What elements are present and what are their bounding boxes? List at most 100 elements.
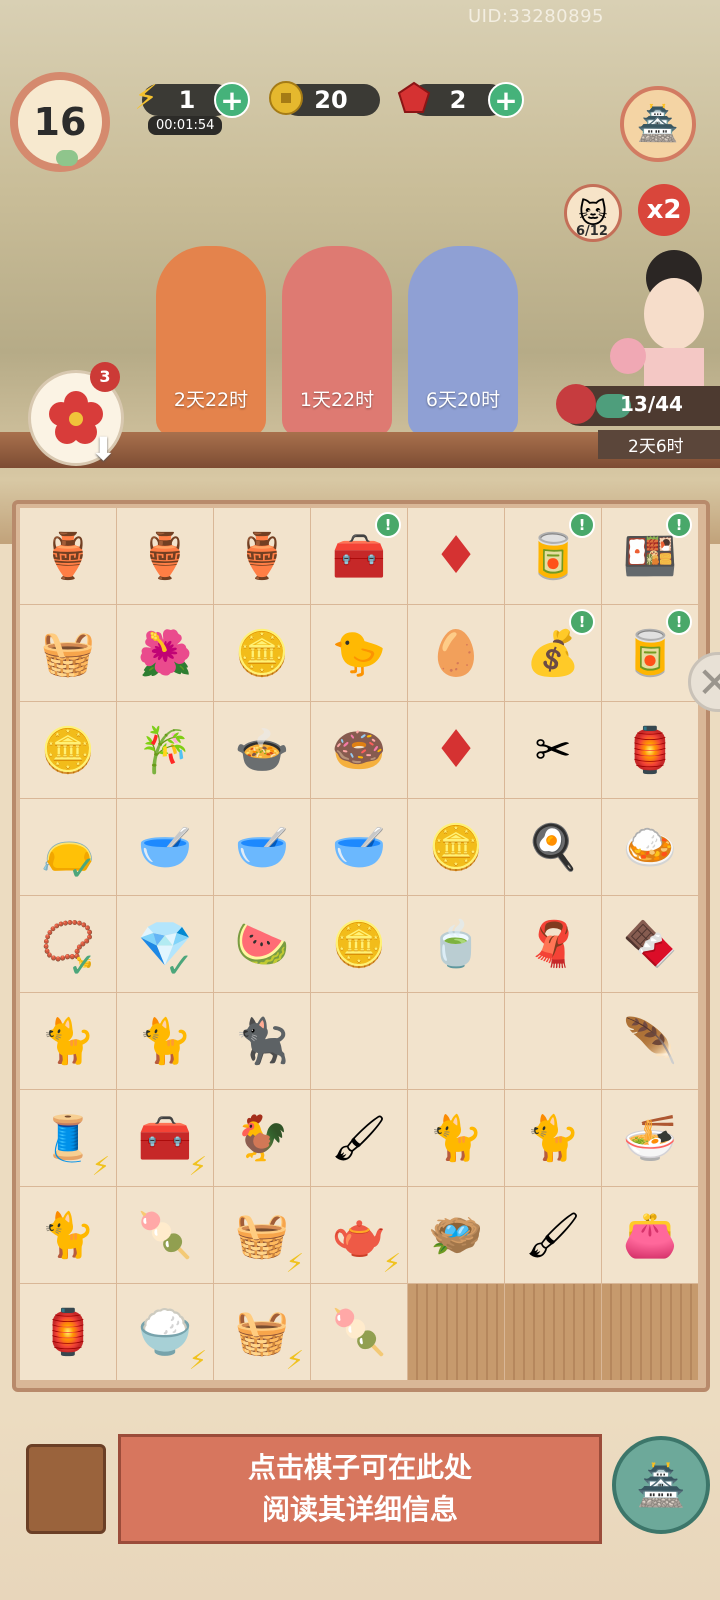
fried-egg-piece[interactable]: 🍳 bbox=[505, 799, 601, 895]
fruit-basket-icon: 🧺 bbox=[234, 1210, 290, 1261]
purple-bag-piece[interactable]: 👝 ✓ bbox=[20, 799, 116, 895]
lantern-piece[interactable]: 🏮 bbox=[602, 702, 698, 798]
event-timer: 2天22时 bbox=[173, 389, 249, 411]
gourd-bolt-gold-piece[interactable]: 🏺 bbox=[117, 508, 213, 604]
green-tin-piece[interactable]: 🥫! bbox=[602, 605, 698, 701]
calico-cat-icon: 🐈 bbox=[525, 1113, 581, 1164]
chick-nest-icon: 🐤 bbox=[331, 628, 387, 679]
info-panel: 点击棋子可在此处 阅读其详细信息 bbox=[118, 1434, 602, 1544]
porridge-piece[interactable]: 🥣 bbox=[117, 799, 213, 895]
tabby-cat-piece[interactable]: 🐈 bbox=[117, 993, 213, 1089]
flower-progress-icon bbox=[556, 384, 596, 424]
exclamation-icon: ! bbox=[569, 512, 595, 538]
tabby-cat-icon: 🐈 bbox=[137, 1016, 193, 1067]
pavilion-button[interactable]: 🏯 bbox=[612, 1436, 710, 1534]
orange-cat-piece[interactable]: 🐈 bbox=[20, 1187, 116, 1283]
coin-count: 20 bbox=[314, 86, 348, 114]
ruby-pair-icon: ♦ bbox=[432, 526, 480, 586]
cake-box-piece[interactable]: 🍫 bbox=[602, 896, 698, 992]
shop-button[interactable]: 🏯 bbox=[620, 86, 696, 162]
ruby-pair-piece[interactable]: ♦ bbox=[408, 508, 504, 604]
scissors-icon: ✂ bbox=[534, 724, 572, 776]
red-tin-piece[interactable]: 🥫! bbox=[505, 508, 601, 604]
flower-progress[interactable]: 13/44 bbox=[556, 384, 720, 426]
cabinet-button[interactable] bbox=[26, 1444, 106, 1534]
rooster-nest-piece[interactable]: 🐓 bbox=[214, 1090, 310, 1186]
red-flowers-piece[interactable]: 🌺 bbox=[117, 605, 213, 701]
event-card-snow[interactable]: 6天20时 bbox=[408, 246, 518, 436]
purple-cloth-piece[interactable]: 🧣 bbox=[505, 896, 601, 992]
coin-stack-piece[interactable]: 🪙 bbox=[214, 605, 310, 701]
tea-bowl-piece[interactable]: 🍵 bbox=[408, 896, 504, 992]
coin-piece[interactable]: 🪙 bbox=[408, 799, 504, 895]
cage-piece[interactable]: 🪺 bbox=[408, 1187, 504, 1283]
coins-piece[interactable]: 🪙 bbox=[20, 702, 116, 798]
checkmark-icon: ✓ bbox=[165, 946, 194, 986]
brush-piece[interactable]: 🖌 bbox=[505, 1187, 601, 1283]
bunny-bowl-icon: 🍡 bbox=[331, 1307, 387, 1358]
feather-piece[interactable]: 🪶 bbox=[602, 993, 698, 1089]
treasure-chest-piece[interactable]: 🧰 ⚡ bbox=[117, 1090, 213, 1186]
locked-cell bbox=[408, 1284, 504, 1380]
gourd-bolt-purple-piece[interactable]: 🏺 bbox=[214, 508, 310, 604]
player-level[interactable]: 16 bbox=[10, 72, 110, 172]
brush-ruler-piece[interactable]: 🖌 bbox=[311, 1090, 407, 1186]
exclamation-icon: ! bbox=[569, 609, 595, 635]
coin-pouch-piece[interactable]: 💰! bbox=[505, 605, 601, 701]
tuxedo-cat-piece[interactable]: 🐈 bbox=[20, 993, 116, 1089]
exclamation-icon: ! bbox=[375, 512, 401, 538]
chest-blue-icon: 🧰 bbox=[331, 531, 387, 582]
soup-bowl-piece[interactable]: 🍲 bbox=[214, 702, 310, 798]
event-card-drum[interactable]: 1天22时 bbox=[282, 246, 392, 436]
basket-piece[interactable]: 🧺 bbox=[20, 605, 116, 701]
fried-rice-piece[interactable]: 🍛 bbox=[602, 799, 698, 895]
watermelon-icon: 🍉 bbox=[234, 919, 290, 970]
sleeping-cat-icon: 🐈 bbox=[428, 1113, 484, 1164]
scissors-piece[interactable]: ✂ bbox=[505, 702, 601, 798]
offering-tray-piece[interactable]: 🍱! bbox=[602, 508, 698, 604]
thread-spool-piece[interactable]: 🧵 ⚡ bbox=[20, 1090, 116, 1186]
bowl-dish-icon: 🍜 bbox=[622, 1113, 678, 1164]
bunny-cake-bowl-piece[interactable]: 🍡 bbox=[117, 1187, 213, 1283]
calico-cat-piece[interactable]: 🐈 bbox=[505, 1090, 601, 1186]
ruby-piece[interactable]: ♦ bbox=[408, 702, 504, 798]
sleeping-cat-piece[interactable]: 🐈 bbox=[408, 1090, 504, 1186]
coin-pile-piece[interactable]: 🪙 bbox=[311, 896, 407, 992]
locked-cell bbox=[505, 1284, 601, 1380]
weave-basket-piece[interactable]: 🧺 ⚡ bbox=[214, 1284, 310, 1380]
purple-cloth-icon: 🧣 bbox=[525, 919, 581, 970]
bamboo-piece[interactable]: 🎋 bbox=[117, 702, 213, 798]
chest-blue-piece[interactable]: 🧰! bbox=[311, 508, 407, 604]
dessert-bowl-piece[interactable]: 🥣 bbox=[311, 799, 407, 895]
bunny-bowl-piece[interactable]: 🍡 bbox=[311, 1284, 407, 1380]
bracelet-piece[interactable]: 📿 ✓ bbox=[20, 896, 116, 992]
donut-plate-piece[interactable]: 🍩 bbox=[311, 702, 407, 798]
purple-pouch-piece[interactable]: 👛 bbox=[602, 1187, 698, 1283]
gourd-bolt-piece[interactable]: 🏺 bbox=[20, 508, 116, 604]
black-cat-piece[interactable]: 🐈‍⬛ bbox=[214, 993, 310, 1089]
teapot-piece[interactable]: 🫖 ⚡ bbox=[311, 1187, 407, 1283]
empty-cell bbox=[408, 993, 504, 1089]
info-line-2: 阅读其详细信息 bbox=[261, 1493, 458, 1526]
chick-nest-piece[interactable]: 🐤 bbox=[311, 605, 407, 701]
down-arrow-icon: ⬇ bbox=[90, 430, 117, 468]
earrings-piece[interactable]: 💎 ✓ bbox=[117, 896, 213, 992]
tuxedo-cat-icon: 🐈 bbox=[40, 1016, 96, 1067]
energy-bolt-icon: ⚡ bbox=[188, 1152, 207, 1182]
watermelon-piece[interactable]: 🍉 bbox=[214, 896, 310, 992]
add-gems-button[interactable]: + bbox=[488, 82, 524, 118]
flour-bowl-piece[interactable]: 🍚 ⚡ bbox=[117, 1284, 213, 1380]
progress-text: 13/44 bbox=[620, 392, 683, 416]
green-soup-piece[interactable]: 🥣 bbox=[214, 799, 310, 895]
event-card-sundial[interactable]: 2天22时 bbox=[156, 246, 266, 436]
add-energy-button[interactable]: + bbox=[214, 82, 250, 118]
bowl-dish-piece[interactable]: 🍜 bbox=[602, 1090, 698, 1186]
egg-nest-piece[interactable]: 🥚 bbox=[408, 605, 504, 701]
weave-basket-icon: 🧺 bbox=[234, 1307, 290, 1358]
orange-cat-icon: 🐈 bbox=[40, 1210, 96, 1261]
lantern-stand-piece[interactable]: 🏮 bbox=[20, 1284, 116, 1380]
brush-icon: 🖌 bbox=[525, 1210, 581, 1261]
multiplier-button[interactable]: x2 bbox=[638, 184, 690, 236]
fruit-basket-piece[interactable]: 🧺 ⚡ bbox=[214, 1187, 310, 1283]
gourd-bolt-purple-icon: 🏺 bbox=[234, 531, 290, 582]
